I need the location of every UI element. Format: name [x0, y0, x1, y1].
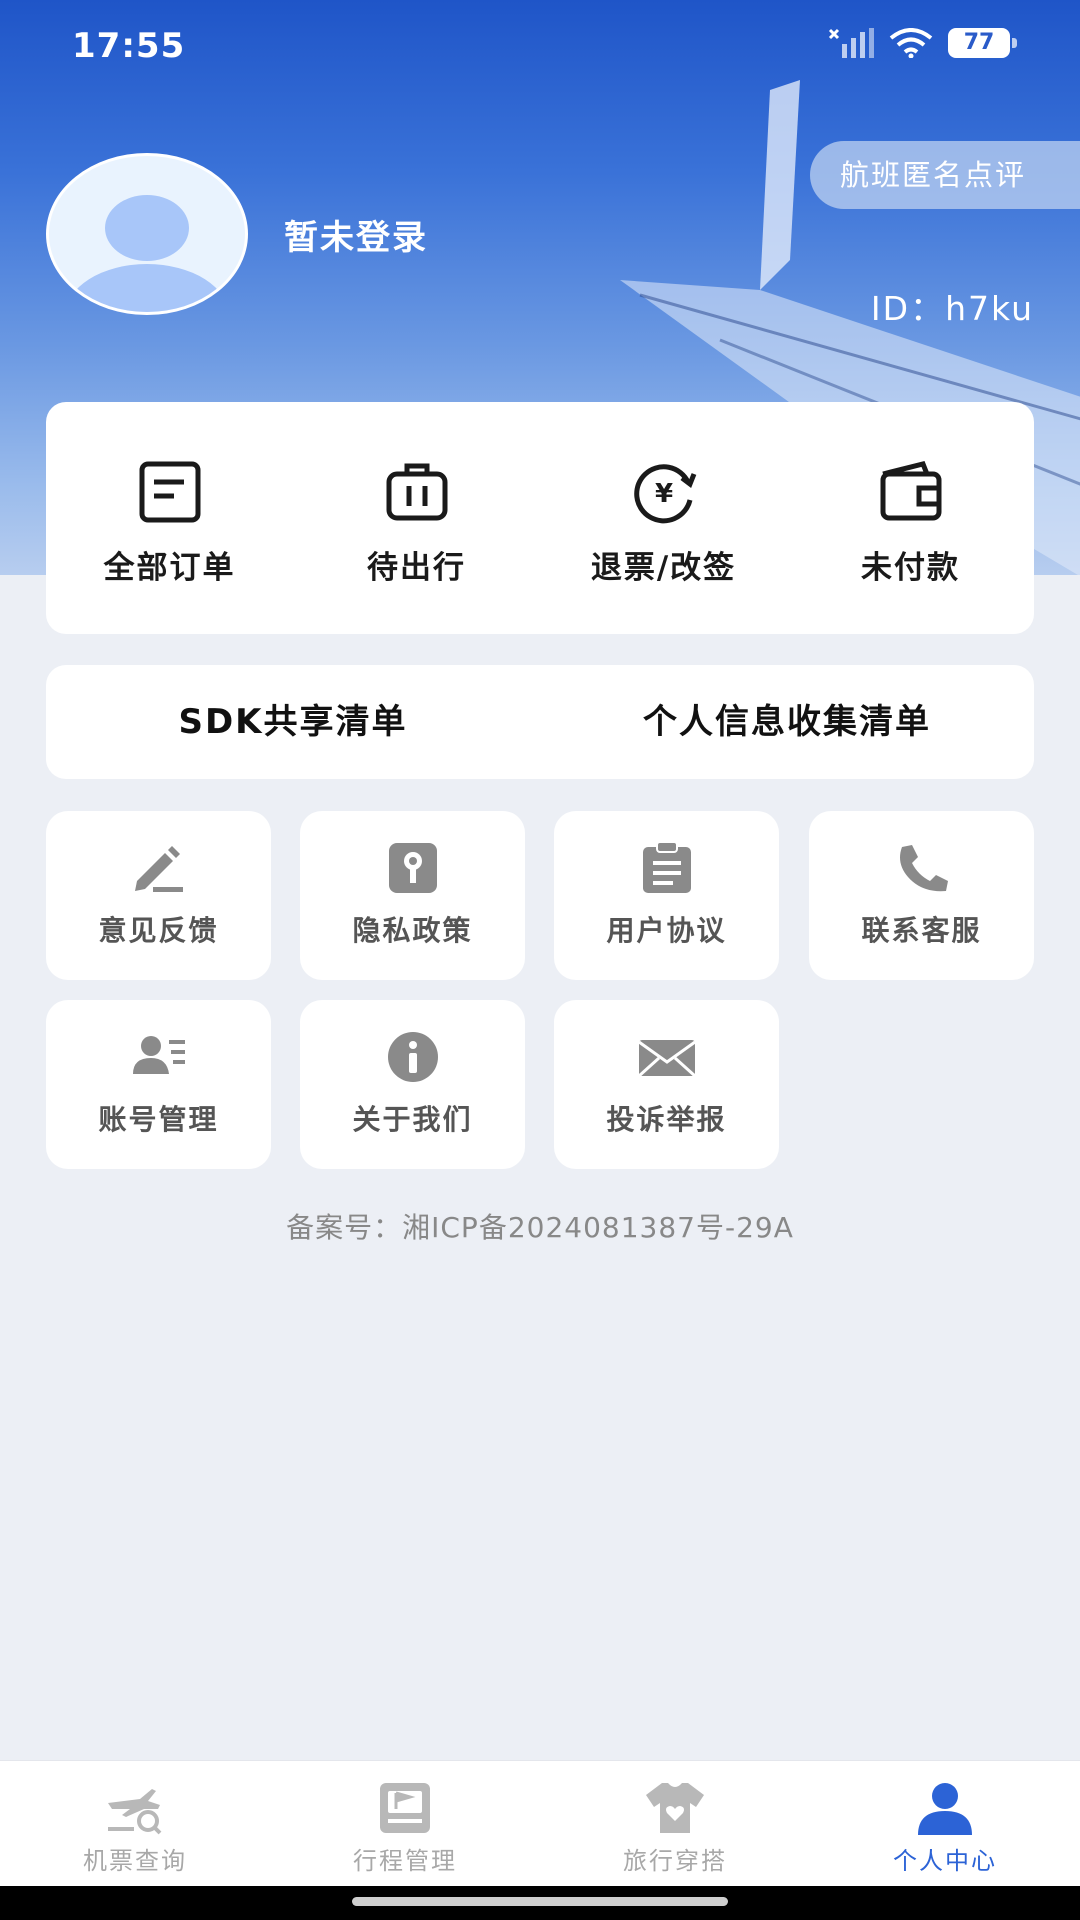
tab-label: 个人中心	[893, 1847, 997, 1875]
plane-search-icon	[108, 1789, 162, 1835]
personal-info-list-link[interactable]: 个人信息收集清单	[540, 665, 1034, 779]
pencil-icon	[134, 846, 183, 892]
tile-label: 投诉举报	[606, 1103, 727, 1136]
user-icon	[918, 1783, 972, 1835]
tile-label: 关于我们	[352, 1103, 473, 1136]
customer-service-tile[interactable]: 联系客服	[809, 811, 1034, 980]
battery-indicator: 77	[948, 28, 1017, 58]
user-id: ID：h7ku	[870, 289, 1034, 328]
itinerary-icon	[380, 1783, 430, 1833]
tab-travel-outfit[interactable]: 旅行穿搭	[540, 1761, 810, 1886]
feedback-tile[interactable]: 意见反馈	[46, 811, 271, 980]
status-bar: 17:55 77	[0, 0, 1080, 96]
luggage-icon	[386, 463, 447, 521]
tab-label: 机票查询	[83, 1847, 187, 1875]
home-indicator[interactable]	[352, 1897, 728, 1906]
account-card-icon	[132, 1036, 185, 1074]
clipboard-icon	[642, 841, 691, 893]
icp-record: 备案号：湘ICP备2024081387号-29A	[286, 1211, 794, 1244]
orders-card: 全部订单 待出行 ¥ 退票/改签 未付款	[46, 402, 1034, 634]
data-lists-card: SDK共享清单 个人信息收集清单	[46, 665, 1034, 779]
refund-yen-icon: ¥	[633, 464, 696, 524]
login-status[interactable]: 暂未登录	[284, 210, 428, 259]
order-list-icon	[139, 461, 200, 523]
system-navigation-bar	[0, 1886, 1080, 1920]
status-time: 17:55	[72, 26, 186, 66]
order-all[interactable]: 全部订单	[46, 402, 293, 634]
tile-label: 用户协议	[606, 914, 727, 947]
tab-profile[interactable]: 个人中心	[810, 1761, 1080, 1886]
signal-icon	[828, 28, 874, 58]
user-agreement-tile[interactable]: 用户协议	[554, 811, 779, 980]
wifi-icon	[889, 28, 933, 58]
order-refund[interactable]: ¥ 退票/改签	[540, 402, 787, 634]
sdk-share-list-link[interactable]: SDK共享清单	[46, 665, 540, 779]
phone-icon	[899, 845, 948, 892]
bottom-tab-bar: 机票查询 行程管理 旅行穿搭 个人中心	[0, 1760, 1080, 1886]
anonymous-review-button[interactable]: 航班匿名点评	[810, 141, 1080, 209]
avatar[interactable]	[46, 153, 248, 315]
order-unpaid[interactable]: 未付款	[787, 402, 1034, 634]
tab-flight-search[interactable]: 机票查询	[0, 1761, 270, 1886]
tab-label: 旅行穿搭	[623, 1847, 727, 1875]
tab-label: 行程管理	[353, 1847, 457, 1875]
tile-label: 联系客服	[861, 914, 982, 947]
info-icon	[387, 1032, 438, 1082]
account-management-tile[interactable]: 账号管理	[46, 1000, 271, 1169]
default-avatar-icon	[65, 195, 229, 312]
tile-label: 意见反馈	[98, 914, 219, 947]
tile-label: 账号管理	[98, 1103, 219, 1136]
keyhole-icon	[388, 843, 437, 893]
privacy-policy-tile[interactable]: 隐私政策	[300, 811, 525, 980]
complaint-report-tile[interactable]: 投诉举报	[554, 1000, 779, 1169]
tab-itinerary[interactable]: 行程管理	[270, 1761, 540, 1886]
wallet-icon	[880, 461, 941, 521]
mail-icon	[637, 1040, 696, 1078]
order-label: 待出行	[367, 550, 466, 586]
tshirt-heart-icon	[646, 1783, 704, 1833]
about-us-tile[interactable]: 关于我们	[300, 1000, 525, 1169]
order-label: 未付款	[861, 550, 960, 586]
tile-label: 隐私政策	[352, 914, 473, 947]
svg-text:¥: ¥	[654, 479, 672, 509]
order-label: 全部订单	[103, 550, 236, 586]
order-label: 退票/改签	[590, 550, 737, 586]
order-upcoming[interactable]: 待出行	[293, 402, 540, 634]
